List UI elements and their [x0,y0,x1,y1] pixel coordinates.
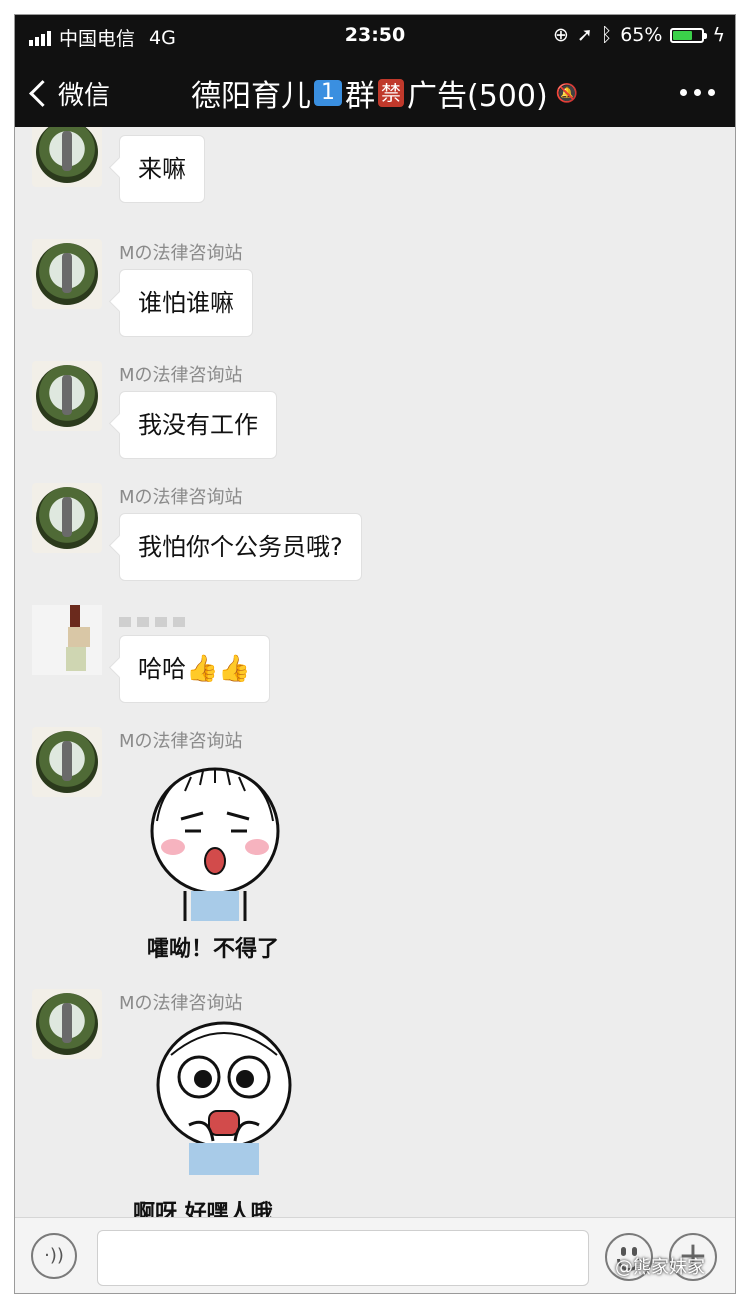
bluetooth-icon: ᛒ [600,24,613,46]
message-bubble[interactable]: 谁怕谁嘛 [119,269,253,337]
battery-fill [673,30,692,40]
avatar[interactable] [32,239,102,309]
surprised-face-sticker[interactable] [145,751,285,921]
message-bubble[interactable]: 哈哈👍👍 [119,635,270,703]
avatar[interactable] [32,605,102,675]
avatar[interactable] [32,727,102,797]
sticker-caption: 嚯呦！不得了 [147,937,280,962]
back-label: 微信 [58,81,111,111]
mute-icon: 🔕 [555,82,579,104]
voice-icon: ·)) [44,1245,64,1266]
title-mid: 群 [345,79,375,114]
status-bar: 中国电信 4G 23:50 ⊕ ➚ ᛒ 65% ϟ [15,15,735,55]
battery-percent: 65% [620,24,663,46]
avatar[interactable] [32,483,102,553]
thumbs-up-icon: 👍 [186,654,219,684]
orientation-lock-icon: ⊕ [552,24,569,46]
sender-name-blurred [119,611,185,632]
thumbs-up-icon: 👍 [218,654,251,684]
title-suffix: 广告(500) [407,79,548,114]
chevron-left-icon [29,80,56,107]
voice-input-button[interactable]: ·)) [31,1233,77,1279]
shy-face-sticker[interactable] [149,1015,299,1175]
back-button[interactable]: 微信 [27,75,110,112]
sender-name: Mの法律咨询站 [119,365,243,386]
sticker-caption: 啊呀 好嘿人哦 [133,1201,273,1217]
title-prefix: 德阳育儿 [191,79,311,114]
number-badge: 1 [314,80,342,106]
more-button[interactable] [680,89,715,96]
watermark: @熊家妹家 [615,1257,705,1278]
message-bubble[interactable]: 我没有工作 [119,391,277,459]
nav-bar: 微信 德阳育儿 1 群 禁 广告(500) 🔕 [15,55,735,127]
location-icon: ➚ [576,24,593,46]
charging-icon: ϟ [712,24,725,46]
sender-name: Mの法律咨询站 [119,487,243,508]
avatar[interactable] [32,989,102,1059]
battery-icon [670,27,708,43]
sender-name: Mの法律咨询站 [119,243,243,264]
sender-name: Mの法律咨询站 [119,731,243,752]
message-bubble[interactable]: 我怕你个公务员哦? [119,513,362,581]
message-text: 哈哈 [138,655,186,683]
avatar[interactable] [32,361,102,431]
message-input[interactable] [97,1230,589,1286]
sender-name: Mの法律咨询站 [119,993,243,1014]
message-list[interactable]: 来嘛 Mの法律咨询站 谁怕谁嘛 Mの法律咨询站 我没有工作 Mの法律咨询站 我怕… [15,127,735,1217]
chat-title: 德阳育儿 1 群 禁 广告(500) 🔕 [191,71,578,115]
avatar[interactable] [32,127,102,187]
phone-screen: 中国电信 4G 23:50 ⊕ ➚ ᛒ 65% ϟ 微信 德阳育儿 1 群 禁 … [14,14,736,1294]
ban-badge: 禁 [378,79,404,107]
message-bubble[interactable]: 来嘛 [119,135,205,203]
